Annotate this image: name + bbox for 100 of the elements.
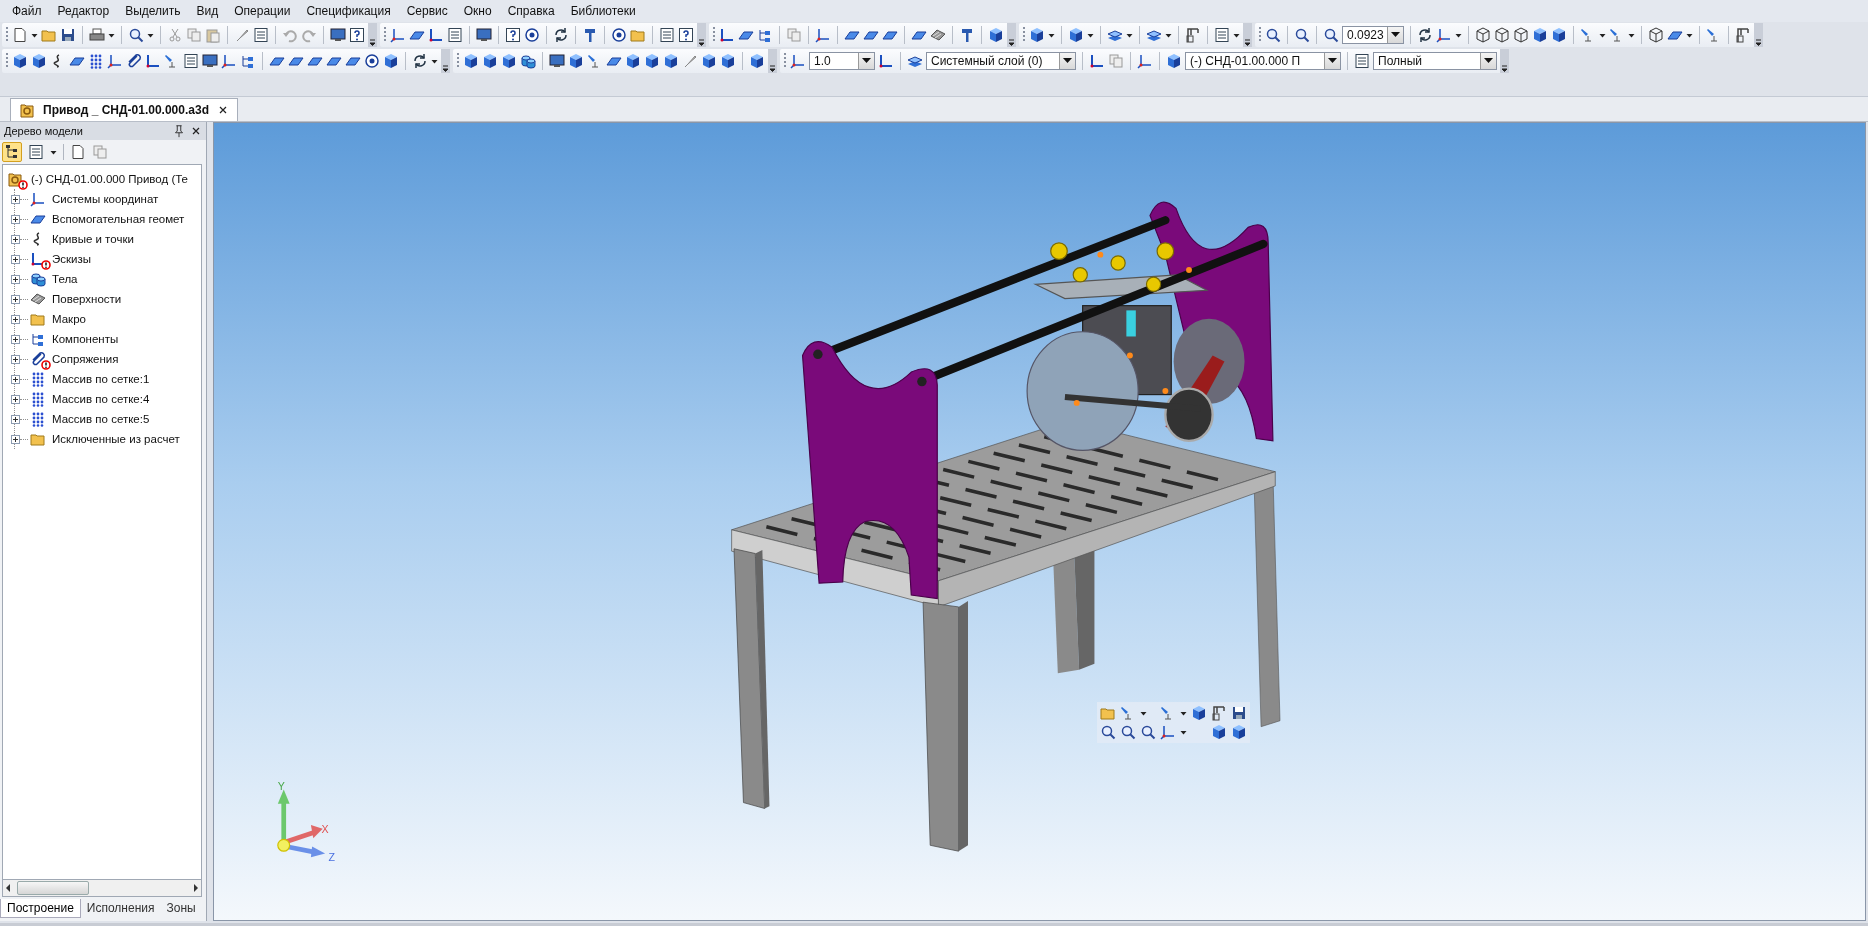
rotate-icon[interactable] bbox=[553, 27, 569, 43]
help-icon[interactable] bbox=[678, 27, 694, 43]
paperclip-icon[interactable] bbox=[126, 53, 142, 69]
sketch-corner-icon[interactable] bbox=[719, 27, 735, 43]
expand-button[interactable] bbox=[11, 434, 20, 444]
scrollbar-thumb[interactable] bbox=[17, 881, 89, 895]
layers-icon[interactable] bbox=[1146, 27, 1162, 43]
toolbar-grip[interactable] bbox=[383, 26, 387, 44]
magnifier-icon[interactable] bbox=[1323, 27, 1339, 43]
printer-icon[interactable] bbox=[89, 27, 105, 43]
toolbar-options-icon[interactable] bbox=[1500, 49, 1509, 73]
menu-item[interactable]: Выделить bbox=[117, 2, 189, 20]
panel-tab[interactable]: Исполнения bbox=[80, 899, 161, 917]
help-icon[interactable] bbox=[349, 27, 365, 43]
tree-item[interactable]: Кривые и точки bbox=[52, 233, 134, 245]
tree-item[interactable]: Системы координат bbox=[52, 193, 159, 205]
list-icon[interactable] bbox=[28, 144, 44, 160]
cube-icon[interactable] bbox=[482, 53, 498, 69]
panel-tab[interactable]: Построение bbox=[0, 899, 81, 918]
display-mode-combo[interactable]: Полный bbox=[1373, 52, 1497, 70]
axes-icon[interactable] bbox=[221, 53, 237, 69]
expand-button[interactable] bbox=[11, 374, 20, 384]
scroll-right-icon[interactable] bbox=[191, 883, 201, 893]
cube-icon[interactable] bbox=[383, 53, 399, 69]
menu-item[interactable]: Сервис bbox=[398, 2, 456, 20]
expand-button[interactable] bbox=[11, 294, 20, 304]
tree-item[interactable]: Компоненты bbox=[52, 333, 119, 345]
expand-button[interactable] bbox=[11, 274, 20, 284]
tree-item[interactable]: Поверхности bbox=[52, 293, 122, 305]
tree-item[interactable]: Сопряжения bbox=[52, 353, 119, 365]
tree-item[interactable]: Макро bbox=[52, 313, 86, 325]
expand-button[interactable] bbox=[11, 314, 20, 324]
menu-item[interactable]: Окно bbox=[455, 2, 500, 20]
zoom-combo[interactable]: 0.0923 bbox=[1342, 26, 1404, 44]
menu-item[interactable]: Редактор bbox=[49, 2, 118, 20]
component-combo[interactable]: (-) СНД-01.00.000 П bbox=[1185, 52, 1341, 70]
hierarchy-icon[interactable] bbox=[757, 27, 773, 43]
tree-item[interactable]: Массив по сетке:4 bbox=[52, 393, 150, 405]
layers-icon[interactable] bbox=[907, 53, 923, 69]
toolbar-grip[interactable] bbox=[783, 52, 787, 70]
layer-combo[interactable]: Системный слой (0) bbox=[926, 52, 1076, 70]
magnifier-icon[interactable] bbox=[1294, 27, 1310, 43]
toolbar-options-icon[interactable] bbox=[1754, 23, 1763, 47]
sketch-corner-icon[interactable] bbox=[145, 53, 161, 69]
sketch-corner-icon[interactable] bbox=[428, 27, 444, 43]
target-icon[interactable] bbox=[611, 27, 627, 43]
cube-icon[interactable] bbox=[644, 53, 660, 69]
list-icon[interactable] bbox=[1354, 53, 1370, 69]
magnifier-icon[interactable] bbox=[1140, 723, 1157, 740]
hierarchy-icon[interactable] bbox=[240, 53, 256, 69]
dropdown-arrow-icon[interactable] bbox=[1328, 58, 1337, 64]
wireframe-cube-icon[interactable] bbox=[1475, 27, 1491, 43]
dropdown-arrow-icon[interactable] bbox=[1063, 58, 1072, 64]
cylinders-icon[interactable] bbox=[520, 53, 536, 69]
magnifier-icon[interactable] bbox=[1120, 723, 1137, 740]
magnifier-icon[interactable] bbox=[1265, 27, 1281, 43]
rotate-icon[interactable] bbox=[412, 53, 428, 69]
menu-item[interactable]: Справка bbox=[499, 2, 563, 20]
toolbar-options-icon[interactable] bbox=[697, 23, 706, 47]
expand-button[interactable] bbox=[11, 334, 20, 344]
cube-icon[interactable] bbox=[988, 27, 1004, 43]
document-tab[interactable]: Привод _ СНД-01.00.000.a3d bbox=[10, 98, 238, 121]
monitor-icon[interactable] bbox=[202, 53, 218, 69]
menu-item[interactable]: Файл bbox=[4, 2, 50, 20]
tree-view-icon[interactable] bbox=[4, 144, 20, 160]
rotate-icon[interactable] bbox=[1417, 27, 1433, 43]
close-icon[interactable] bbox=[190, 125, 202, 137]
cube-icon[interactable] bbox=[1191, 704, 1208, 721]
toolbar-grip[interactable] bbox=[712, 26, 716, 44]
cube-icon[interactable] bbox=[701, 53, 717, 69]
cube-icon[interactable] bbox=[1068, 27, 1084, 43]
tree-item[interactable]: Массив по сетке:1 bbox=[52, 373, 150, 385]
cube-icon[interactable] bbox=[663, 53, 679, 69]
cube-icon[interactable] bbox=[12, 53, 28, 69]
list-icon[interactable] bbox=[1214, 27, 1230, 43]
cube-icon[interactable] bbox=[501, 53, 517, 69]
cube-icon[interactable] bbox=[720, 53, 736, 69]
list-icon[interactable] bbox=[659, 27, 675, 43]
page-icon[interactable] bbox=[12, 27, 28, 43]
sketch-corner-icon[interactable] bbox=[1089, 53, 1105, 69]
dropdown-arrow-icon[interactable] bbox=[1391, 32, 1400, 38]
wireframe-cube-icon[interactable] bbox=[1648, 27, 1664, 43]
tree-item[interactable]: Вспомогательная геомет bbox=[52, 213, 185, 225]
toolbar-grip[interactable] bbox=[5, 52, 9, 70]
toolbar-options-icon[interactable] bbox=[1007, 23, 1016, 47]
cube-icon[interactable] bbox=[1166, 53, 1182, 69]
menu-item[interactable]: Вид bbox=[188, 2, 227, 20]
toolbar-grip[interactable] bbox=[1022, 26, 1026, 44]
dot-grid-icon[interactable] bbox=[88, 53, 104, 69]
axes-icon[interactable] bbox=[1436, 27, 1452, 43]
wireframe-cube-icon[interactable] bbox=[1494, 27, 1510, 43]
dropdown-arrow-icon[interactable] bbox=[862, 58, 871, 64]
panel-tab[interactable]: Зоны bbox=[160, 899, 202, 917]
monitor-icon[interactable] bbox=[330, 27, 346, 43]
axes-icon[interactable] bbox=[390, 27, 406, 43]
expand-button[interactable] bbox=[11, 394, 20, 404]
layers-icon[interactable] bbox=[1107, 27, 1123, 43]
dropdown-arrow-icon[interactable] bbox=[1484, 58, 1493, 64]
tree-item[interactable]: Массив по сетке:5 bbox=[52, 413, 150, 425]
cube-icon[interactable] bbox=[1211, 723, 1228, 740]
